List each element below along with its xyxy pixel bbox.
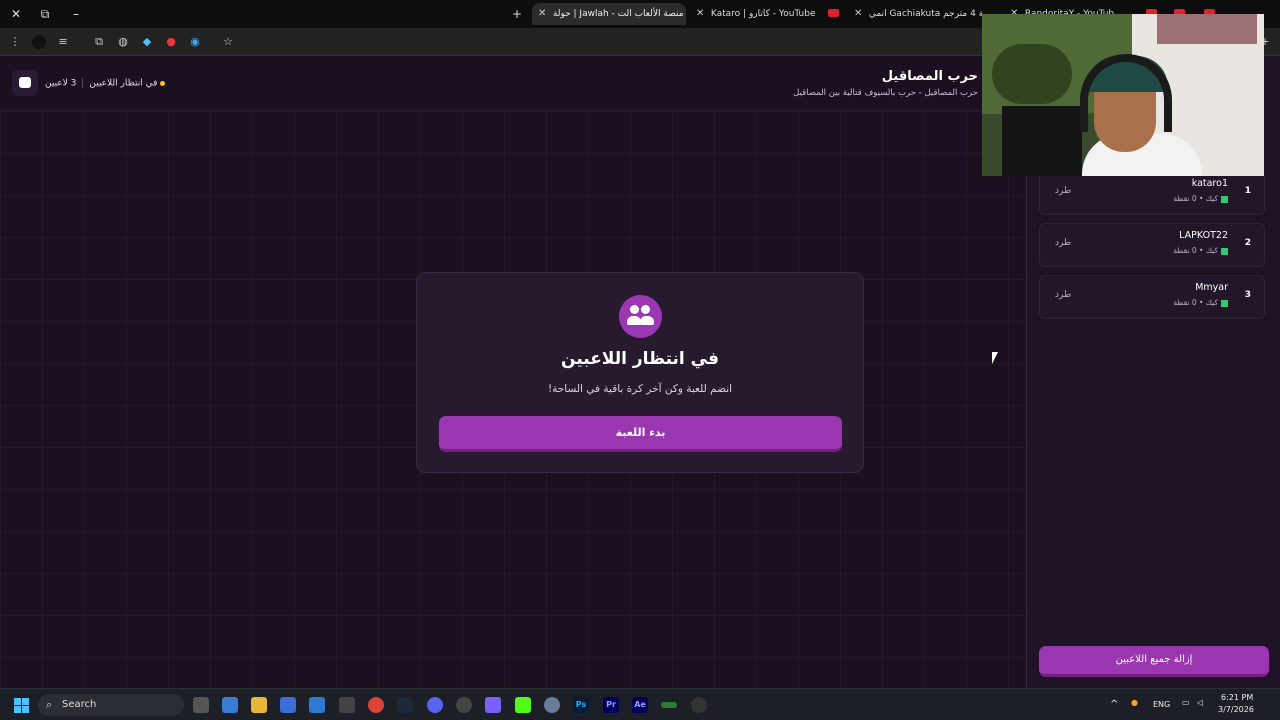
users-icon xyxy=(619,295,662,338)
kick-player-button[interactable]: طرد xyxy=(1055,238,1071,248)
close-tab-icon[interactable]: ✕ xyxy=(696,3,708,25)
app-icon[interactable] xyxy=(661,702,677,708)
close-tab-icon[interactable]: ✕ xyxy=(854,3,866,25)
app-icon[interactable] xyxy=(544,697,560,713)
waiting-title: في انتظار اللاعبين xyxy=(561,349,719,369)
tab-title: حولة | Jawlah - منصة الألعاب الت xyxy=(552,9,684,19)
player-name: kataro1 xyxy=(1191,178,1228,189)
search-label: Search xyxy=(62,699,97,710)
microphone-icon[interactable]: ● xyxy=(1131,698,1138,707)
streamer-webcam xyxy=(982,14,1264,176)
player-points: 0 نقطة xyxy=(1173,246,1197,255)
waiting-description: انضم للعبة وكن آخر كرة باقية في الساحة! xyxy=(547,383,733,395)
player-rank: 3 xyxy=(1244,290,1251,300)
premiere-icon[interactable]: Pr xyxy=(603,697,619,713)
kick-app-icon[interactable] xyxy=(515,697,531,713)
youtube-icon xyxy=(828,9,839,17)
shield-icon[interactable]: ● xyxy=(164,35,178,49)
new-tab-icon[interactable]: + xyxy=(509,6,525,22)
player-meta: كيك • 0 نقطة xyxy=(1173,246,1228,255)
puzzle-icon[interactable]: ⧉ xyxy=(92,35,106,49)
player-platform: كيك xyxy=(1205,298,1218,307)
status-state: في انتظار اللاعبين xyxy=(89,78,158,89)
page-header: في انتظار اللاعبين 3 لاعبين حرب المصاقيل … xyxy=(0,56,1026,111)
player-count: 3 لاعبين xyxy=(45,78,77,89)
widgets-icon[interactable] xyxy=(222,697,238,713)
player-points: 0 نقطة xyxy=(1173,298,1197,307)
status-dot-icon xyxy=(160,80,166,86)
app-icon[interactable] xyxy=(691,697,707,713)
close-tab-icon[interactable]: ✕ xyxy=(538,3,550,25)
cast-icon[interactable]: ◉ xyxy=(188,35,202,49)
restore-window-icon[interactable]: ⧉ xyxy=(37,6,53,22)
media-icon[interactable]: ≡ xyxy=(56,35,70,49)
search-icon: ⌕ xyxy=(46,698,53,711)
windows-start-icon[interactable] xyxy=(14,698,29,713)
tab-kataro-youtube[interactable]: ✕ Kataro | كاتارو - YouTube xyxy=(690,3,820,25)
lobby-status: في انتظار اللاعبين 3 لاعبين xyxy=(45,78,166,89)
game-subtitle: حرب المصاقيل - حرب بالسيوف قتالية بين ال… xyxy=(793,88,978,98)
kick-player-button[interactable]: طرد xyxy=(1055,186,1071,196)
kick-player-button[interactable]: طرد xyxy=(1055,290,1071,300)
close-window-icon[interactable]: ✕ xyxy=(8,6,24,22)
globe-icon[interactable]: ◍ xyxy=(116,35,130,49)
menu-dots-icon[interactable]: ⋮ xyxy=(8,35,22,49)
player-card: 1 kataro1 كيك • 0 نقطة طرد xyxy=(1039,171,1265,215)
player-card: 3 Mmyar كيك • 0 نقطة طرد xyxy=(1039,275,1265,319)
player-name: LAPKOT22 xyxy=(1179,230,1228,241)
player-platform: كيك xyxy=(1205,246,1218,255)
bookmark-star-icon[interactable]: ☆ xyxy=(221,35,235,49)
game-title: حرب المصاقيل xyxy=(881,69,978,84)
after-effects-icon[interactable]: Ae xyxy=(632,697,648,713)
language-indicator[interactable]: ENG xyxy=(1153,700,1170,709)
clock-time[interactable]: 6:21 PM xyxy=(1221,693,1253,702)
player-rank: 2 xyxy=(1244,238,1251,248)
file-explorer-icon[interactable] xyxy=(251,697,267,713)
clock-date[interactable]: 3/7/2026 xyxy=(1218,705,1254,714)
network-icon[interactable]: ▭ xyxy=(1182,698,1190,707)
player-points: 0 نقطة xyxy=(1173,194,1197,203)
player-meta: كيك • 0 نقطة xyxy=(1173,194,1228,203)
taskbar-search[interactable]: ⌕ Search xyxy=(38,694,184,716)
minimize-window-icon[interactable]: – xyxy=(68,6,84,22)
tab-jawlah[interactable]: ✕ حولة | Jawlah - منصة الألعاب الت xyxy=(532,3,686,25)
waiting-card: في انتظار اللاعبين انضم للعبة وكن آخر كر… xyxy=(416,272,864,473)
chat-logo-icon[interactable] xyxy=(12,70,38,96)
steam-icon[interactable] xyxy=(397,697,413,713)
kick-platform-icon xyxy=(1221,195,1228,203)
tab-title: Kataro | كاتارو - YouTube xyxy=(710,9,816,19)
discord-icon[interactable] xyxy=(427,697,443,713)
extension-icon[interactable] xyxy=(32,35,46,49)
player-name: Mmyar xyxy=(1195,282,1228,293)
player-meta: كيك • 0 نقطة xyxy=(1173,298,1228,307)
tray-chevron-icon[interactable]: ^ xyxy=(1110,699,1118,710)
settings-icon[interactable] xyxy=(339,697,355,713)
chrome-icon[interactable] xyxy=(368,697,384,713)
kick-platform-icon xyxy=(1221,247,1228,255)
start-game-button[interactable]: بدء اللعبة xyxy=(439,416,842,452)
kick-platform-icon xyxy=(1221,299,1228,307)
player-rank: 1 xyxy=(1244,186,1251,196)
photoshop-icon[interactable]: Ps xyxy=(573,697,589,713)
game-controller-icon[interactable] xyxy=(485,697,501,713)
obs-icon[interactable] xyxy=(456,697,472,713)
store-icon[interactable] xyxy=(280,697,296,713)
diamond-icon[interactable]: ◆ xyxy=(140,35,154,49)
mail-icon[interactable] xyxy=(309,697,325,713)
player-platform: كيك xyxy=(1205,194,1218,203)
volume-icon[interactable]: ◁ xyxy=(1197,698,1203,707)
mouse-cursor-icon xyxy=(992,352,998,364)
tab-title: انمي Gachiakuta الحلقة 4 مترجم xyxy=(868,9,984,19)
remove-all-players-button[interactable]: إزالة جميع اللاعبين xyxy=(1039,646,1269,677)
player-card: 2 LAPKOT22 كيك • 0 نقطة طرد xyxy=(1039,223,1265,267)
windows-taskbar: ⌕ Search Ps Pr Ae ^ ● ENG ▭ ◁ 6:21 PM 3/… xyxy=(0,688,1280,720)
task-view-icon[interactable] xyxy=(193,697,209,713)
tab-gachiakuta[interactable]: ✕ انمي Gachiakuta الحلقة 4 مترجم xyxy=(848,3,984,25)
